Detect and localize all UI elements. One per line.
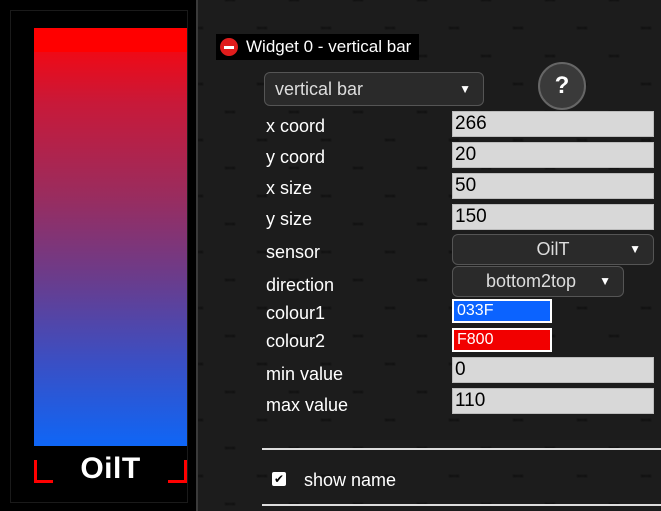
- colour1-swatch[interactable]: 033F: [452, 299, 552, 323]
- remove-widget-icon[interactable]: [220, 38, 238, 56]
- min-value-label: min value: [266, 364, 344, 384]
- help-button[interactable]: ?: [538, 62, 586, 110]
- colour2-label: colour2: [266, 331, 326, 351]
- colour1-label: colour1: [266, 303, 326, 323]
- vertical-bar: [34, 28, 187, 446]
- y-size-input[interactable]: 150: [452, 204, 654, 230]
- widget-type-value: vertical bar: [275, 79, 364, 99]
- x-coord-input[interactable]: 266: [452, 111, 654, 137]
- vertical-bar-top: [34, 28, 187, 52]
- widget-title: Widget 0 - vertical bar: [246, 37, 412, 56]
- x-coord-label: x coord: [266, 116, 326, 136]
- max-value-input[interactable]: 110: [452, 388, 654, 414]
- bar-label-area: OilT: [34, 446, 187, 490]
- bar-sensor-name: OilT: [80, 452, 141, 485]
- divider-bottom: [262, 504, 661, 506]
- show-name-label: show name: [304, 470, 397, 490]
- y-size-label: y size: [266, 209, 313, 229]
- widget-header[interactable]: Widget 0 - vertical bar: [216, 34, 420, 60]
- caret-down-icon: ▼: [459, 82, 471, 96]
- sensor-value: OilT: [536, 239, 570, 259]
- colour2-swatch[interactable]: F800: [452, 328, 552, 352]
- settings-panel: Widget 0 - vertical bar vertical bar ▼ ?…: [198, 0, 661, 511]
- widget-preview: OilT: [0, 0, 198, 511]
- sensor-select[interactable]: OilT ▼: [452, 234, 654, 265]
- y-coord-label: y coord: [266, 147, 326, 167]
- divider-top: [262, 448, 661, 450]
- y-coord-input[interactable]: 20: [452, 142, 654, 168]
- direction-select[interactable]: bottom2top ▼: [452, 266, 624, 297]
- direction-label: direction: [266, 275, 335, 295]
- show-name-checkbox[interactable]: ✔: [272, 472, 286, 486]
- caret-down-icon: ▼: [629, 242, 641, 256]
- max-value-label: max value: [266, 395, 349, 415]
- caret-down-icon: ▼: [599, 274, 611, 288]
- widget-type-select[interactable]: vertical bar ▼: [264, 72, 484, 106]
- x-size-label: x size: [266, 178, 313, 198]
- min-value-input[interactable]: 0: [452, 357, 654, 383]
- direction-value: bottom2top: [485, 271, 577, 291]
- x-size-input[interactable]: 50: [452, 173, 654, 199]
- sensor-label: sensor: [266, 242, 321, 262]
